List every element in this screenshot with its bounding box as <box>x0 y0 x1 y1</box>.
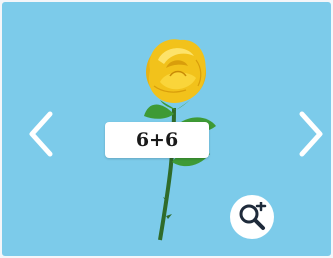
zoom-in-button[interactable] <box>230 195 274 239</box>
flashcard: 6+6 <box>2 2 331 256</box>
card-label: 6+6 <box>105 122 209 158</box>
zoom-in-icon <box>239 202 267 230</box>
previous-button[interactable] <box>24 106 64 162</box>
chevron-right-icon <box>299 111 323 157</box>
next-button[interactable] <box>290 106 330 162</box>
chevron-left-icon <box>29 111 53 157</box>
